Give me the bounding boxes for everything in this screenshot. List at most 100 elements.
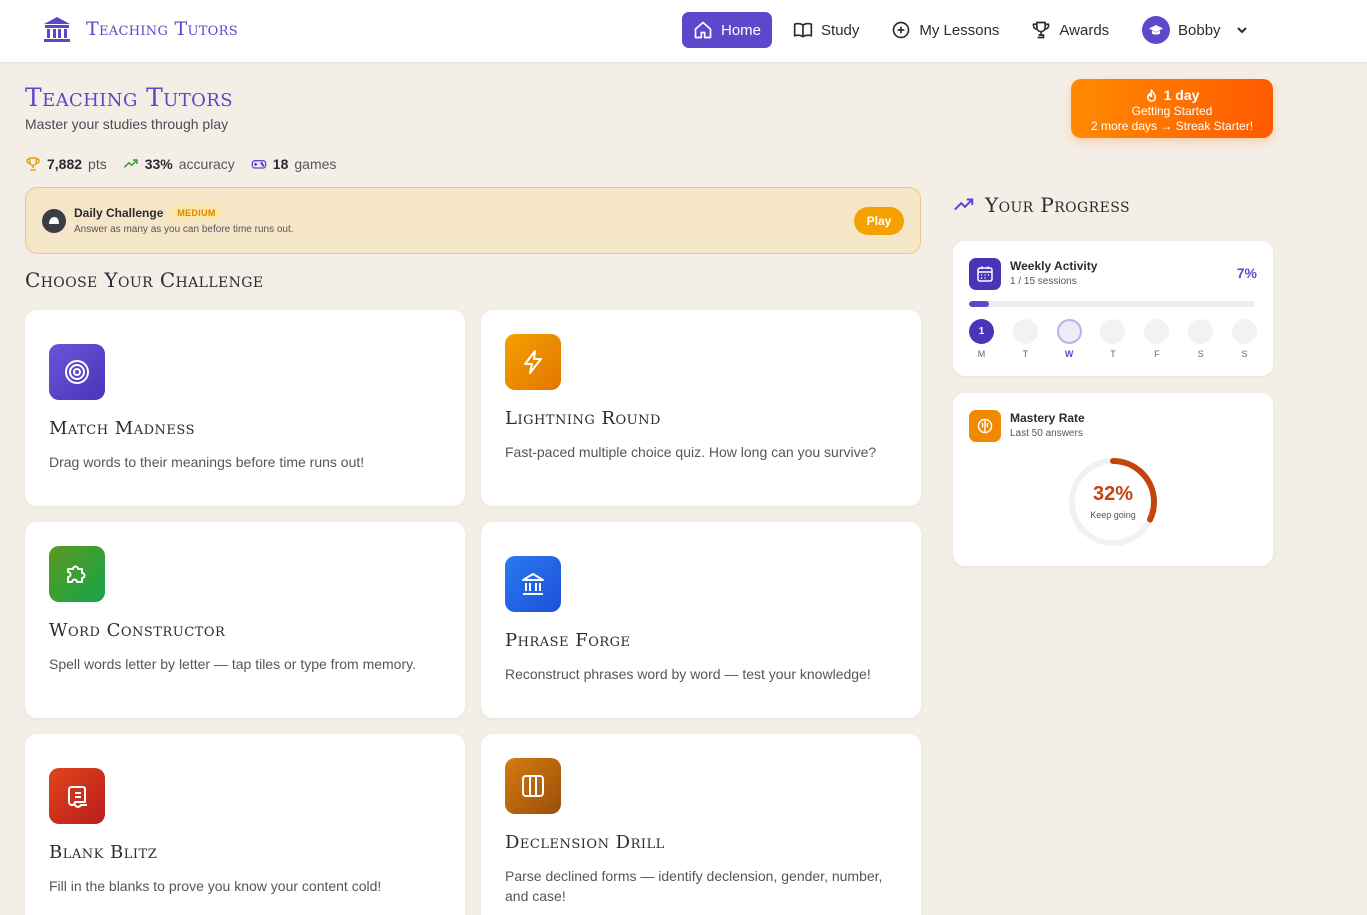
streak-days: 1 day [1163,87,1200,103]
weekday-dot [1100,319,1126,344]
weekday-dot: 1 [969,319,994,344]
nav-awards[interactable]: Awards [1020,12,1120,48]
game-title: Declension Drill [505,832,665,853]
game-card-phrase-forge[interactable]: Phrase Forge Reconstruct phrases word by… [481,522,921,718]
section-title: Choose Your Challenge [25,268,264,292]
puzzle-icon [67,565,86,583]
weekday-item: T [1100,319,1126,359]
book-icon [793,22,813,38]
game-title: Word Constructor [49,620,226,641]
columns-icon [522,775,544,797]
page-subtitle: Master your studies through play [25,116,229,132]
weekly-activity-sub: 1 / 15 sessions [1010,276,1077,287]
brand[interactable]: Teaching Tutors [42,14,238,44]
stats-row: 7,882 pts 33% accuracy 18 games [25,156,336,172]
game-card-declension-drill[interactable]: Declension Drill Parse declined forms — … [481,734,921,915]
user-menu[interactable]: Bobby [1142,16,1249,44]
graduation-cap-icon [1149,25,1163,35]
mastery-rate-icon [969,410,1001,442]
weekly-progress-fill [969,301,990,307]
weekday-item: T [1012,319,1038,359]
weekday-label: F [1154,349,1160,359]
games-value: 18 [272,156,289,172]
page-title: Teaching Tutors [25,83,233,112]
weekday-label: S [1241,349,1248,359]
plus-circle-icon [893,21,910,39]
temple-icon [44,17,70,42]
brain-icon [977,418,993,434]
nav-my-lessons-label: My Lessons [919,21,1000,39]
game-icon [505,556,561,612]
mastery-rate-title: Mastery Rate [1010,411,1085,425]
nav-links: Home Study My Lessons Awards [682,12,1120,48]
weekday-item: S [1188,319,1214,359]
streak-days-row: 1 day [1071,87,1273,103]
game-desc: Fill in the blanks to prove you know you… [49,878,382,894]
game-icon [49,546,105,602]
game-card-match-madness[interactable]: Match Madness Drag words to their meanin… [25,310,465,506]
weekday-label: W [1064,349,1074,359]
temple-icon [522,573,544,595]
game-icon [505,758,561,814]
game-title: Phrase Forge [505,630,631,651]
target-icon [65,360,89,384]
mastery-rate-panel: Mastery Rate Last 50 answers 32% Keep go… [953,393,1273,566]
game-card-blank-blitz[interactable]: Blank Blitz Fill in the blanks to prove … [25,734,465,915]
game-desc: Drag words to their meanings before time… [49,454,365,470]
difficulty-badge: MEDIUM [171,206,222,220]
points-value: 7,882 [47,156,83,172]
weekly-activity-panel: Weekly Activity 1 / 15 sessions 7% 1MTWT… [953,241,1273,376]
trending-up-icon [954,198,974,211]
user-name: Bobby [1178,21,1221,39]
weekday-label: S [1197,349,1204,359]
weekday-item: F [1144,319,1170,359]
weekly-activity-icon [969,258,1001,290]
trophy-icon [1033,21,1050,39]
game-title: Blank Blitz [49,842,158,863]
nav-home-label: Home [721,21,762,39]
game-card-word-constructor[interactable]: Word Constructor Spell words letter by l… [25,522,465,718]
lightning-icon [524,350,542,374]
daily-challenge-icon [42,209,66,233]
points-unit: pts [88,156,107,172]
helmet-icon [49,217,59,224]
game-desc: Reconstruct phrases word by word — test … [505,666,871,682]
game-title: Match Madness [49,418,195,439]
accuracy-stat: 33% accuracy [123,156,235,172]
weekday-row: 1M T W T F S S [969,319,1257,359]
games-stat: 18 games [251,156,337,172]
flame-icon [1146,88,1156,102]
streak-level: Getting Started [1131,104,1213,118]
weekly-activity-title: Weekly Activity [1010,259,1098,273]
daily-challenge-desc: Answer as many as you can before time ru… [74,224,294,235]
game-icon [505,334,561,390]
gamepad-icon [251,160,267,169]
daily-challenge-title: Daily Challenge [74,206,164,220]
weekday-item: 1M [969,319,994,359]
nav-my-lessons[interactable]: My Lessons [880,12,1010,48]
game-title: Lightning Round [505,408,661,429]
games-unit: games [294,156,337,172]
weekday-label: T [1110,349,1116,359]
home-icon [694,21,712,39]
nav-awards-label: Awards [1059,21,1110,39]
daily-challenge-title-row: Daily Challenge MEDIUM [74,206,222,220]
mastery-rate-value: 32% [1092,483,1134,505]
scroll-icon [68,786,87,808]
nav-home[interactable]: Home [682,12,773,48]
brand-name: Teaching Tutors [86,18,238,40]
play-button[interactable]: Play [854,207,904,235]
nav-study[interactable]: Study [782,12,870,48]
game-desc: Fast-paced multiple choice quiz. How lon… [505,444,877,460]
top-nav: Teaching Tutors Home Study My Lessons Aw… [0,0,1367,63]
trophy-icon [26,157,40,171]
streak-next: 2 more days → Streak Starter! [1090,119,1254,133]
points-stat: 7,882 pts [25,156,107,172]
weekday-item: W [1056,319,1082,359]
game-icon [49,344,105,400]
streak-badge[interactable]: 1 day Getting Started 2 more days → Stre… [1071,79,1273,138]
weekday-dot [1231,319,1257,344]
game-card-lightning-round[interactable]: Lightning Round Fast-paced multiple choi… [481,310,921,506]
game-icon [49,768,105,824]
trending-up-icon [123,159,138,168]
